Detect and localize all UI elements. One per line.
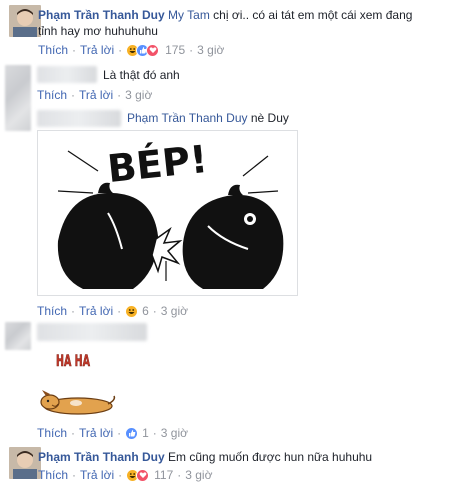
author-name-blurred[interactable] bbox=[37, 323, 147, 341]
timestamp[interactable]: 3 giờ bbox=[185, 468, 212, 482]
separator: · bbox=[152, 304, 157, 318]
comment-actions: Thích · Trả lời · 3 giờ bbox=[37, 88, 152, 102]
like-button[interactable]: Thích bbox=[38, 468, 68, 482]
separator: · bbox=[177, 468, 182, 482]
author-name-blurred[interactable] bbox=[37, 110, 121, 127]
reaction-count[interactable]: 175 bbox=[165, 43, 185, 57]
like-button[interactable]: Thích bbox=[37, 88, 67, 102]
reaction-count[interactable]: 6 bbox=[142, 304, 149, 318]
comment-author[interactable]: Phạm Trần Thanh Duy bbox=[38, 450, 165, 464]
reply-button[interactable]: Trả lời bbox=[79, 88, 113, 102]
avatar-duy[interactable] bbox=[9, 447, 41, 479]
like-button[interactable]: Thích bbox=[37, 426, 67, 440]
separator: · bbox=[152, 426, 157, 440]
reactions[interactable] bbox=[125, 426, 139, 440]
separator: · bbox=[117, 304, 122, 318]
love-icon bbox=[136, 468, 150, 482]
comment-actions: Thích · Trả lời · 175 · 3 giờ bbox=[38, 43, 224, 57]
comment-body: Phạm Trần Thanh Duy My Tam chị ơi.. có a… bbox=[38, 7, 458, 39]
comment-text: Em cũng muốn được hun nữa huhuhu bbox=[168, 450, 373, 464]
separator: · bbox=[189, 43, 194, 57]
reactions[interactable] bbox=[126, 468, 150, 482]
separator: · bbox=[71, 88, 76, 102]
separator: · bbox=[71, 426, 76, 440]
avatar-blurred[interactable] bbox=[5, 322, 31, 350]
comment-actions: Thích · Trả lời · 117 · 3 giờ bbox=[38, 468, 212, 482]
avatar-duy[interactable] bbox=[9, 5, 41, 37]
timestamp[interactable]: 3 giờ bbox=[161, 426, 188, 440]
sticker-text: HA HA bbox=[56, 351, 90, 370]
timestamp[interactable]: 3 giờ bbox=[161, 304, 188, 318]
comment-text: Là thật đó anh bbox=[103, 68, 180, 82]
reaction-count[interactable]: 1 bbox=[142, 426, 149, 440]
comment-body: Phạm Trần Thanh Duy nè Duy bbox=[127, 111, 289, 126]
timestamp[interactable]: 3 giờ bbox=[197, 43, 224, 57]
love-icon bbox=[146, 43, 160, 57]
comment-text-line2: tỉnh hay mơ huhuhuhu bbox=[38, 24, 158, 38]
separator: · bbox=[72, 468, 77, 482]
separator: · bbox=[72, 43, 77, 57]
like-button[interactable]: Thích bbox=[38, 43, 68, 57]
comment-image[interactable]: BÉP! bbox=[37, 130, 298, 296]
reply-button[interactable]: Trả lời bbox=[80, 43, 114, 57]
haha-sticker[interactable]: HA HA bbox=[38, 346, 118, 418]
reply-button[interactable]: Trả lời bbox=[79, 304, 113, 318]
separator: · bbox=[118, 43, 123, 57]
comment-text: chị ơi.. có ai tát em một cái xem đang bbox=[213, 8, 413, 22]
comment-actions: Thích · Trả lời · 6 · 3 giờ bbox=[37, 304, 188, 318]
reaction-count[interactable]: 117 bbox=[154, 468, 173, 482]
comment-body: Phạm Trần Thanh Duy Em cũng muốn được hu… bbox=[38, 449, 372, 465]
mention-tag[interactable]: My Tam bbox=[168, 8, 210, 22]
reactions[interactable] bbox=[126, 43, 160, 57]
mention-tag[interactable]: Phạm Trần Thanh Duy bbox=[127, 111, 248, 125]
reply-button[interactable]: Trả lời bbox=[79, 426, 113, 440]
timestamp[interactable]: 3 giờ bbox=[125, 88, 152, 102]
comment-text: nè Duy bbox=[250, 111, 289, 125]
like-icon bbox=[125, 426, 139, 440]
reactions[interactable] bbox=[125, 304, 139, 318]
like-button[interactable]: Thích bbox=[37, 304, 67, 318]
reply-button[interactable]: Trả lời bbox=[80, 468, 114, 482]
separator: · bbox=[117, 88, 122, 102]
separator: · bbox=[117, 426, 122, 440]
separator: · bbox=[118, 468, 123, 482]
avatar-blurred[interactable] bbox=[5, 65, 31, 131]
bep-sticker-illustration: BÉP! bbox=[38, 131, 297, 295]
author-name-blurred[interactable] bbox=[37, 66, 97, 83]
comment-author[interactable]: Phạm Trần Thanh Duy bbox=[38, 8, 165, 22]
separator: · bbox=[71, 304, 76, 318]
comment-actions: Thích · Trả lời · 1 · 3 giờ bbox=[37, 426, 188, 440]
haha-icon bbox=[125, 304, 139, 318]
